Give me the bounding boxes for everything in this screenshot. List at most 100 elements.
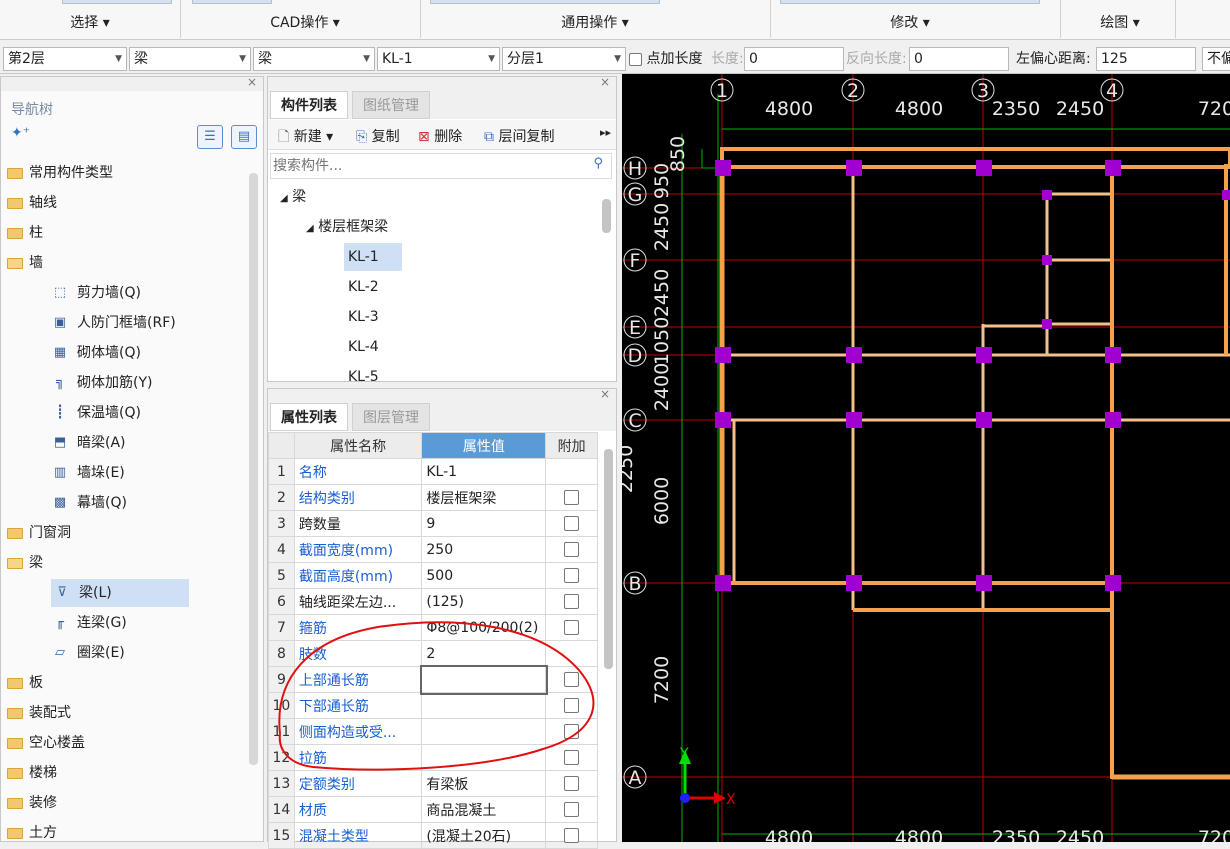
column[interactable] <box>715 575 731 591</box>
component-search-input[interactable] <box>271 154 571 178</box>
left-offset-input[interactable]: 125 <box>1096 47 1196 71</box>
reverse-length-input[interactable]: 0 <box>909 47 1009 71</box>
column[interactable] <box>846 412 862 428</box>
nav-item[interactable]: 梁 <box>7 549 43 577</box>
layer-select[interactable]: 分层1 ▼ <box>502 47 626 71</box>
ribbon-group-select[interactable]: 选择 ▾ <box>60 12 120 38</box>
close-icon[interactable]: × <box>247 75 257 89</box>
ribbon-button-strip[interactable] <box>192 0 272 4</box>
column[interactable] <box>846 160 862 176</box>
ribbon-group-modify[interactable]: 修改 ▾ <box>870 12 950 38</box>
nav-item[interactable]: ╓ 连梁(G) <box>51 609 127 637</box>
nav-item[interactable]: 土方 <box>7 819 57 847</box>
category-select[interactable]: 梁 ▼ <box>129 47 251 71</box>
column[interactable] <box>715 347 731 363</box>
new-button[interactable]: 🗋 新建 ▾ <box>278 126 333 150</box>
component-select[interactable]: KL-1 ▼ <box>377 47 500 71</box>
component-item[interactable]: KL-2 <box>344 273 383 301</box>
nav-item[interactable]: 装修 <box>7 789 57 817</box>
copy-button[interactable]: ⎘ 复制 <box>356 126 400 146</box>
column[interactable] <box>1222 190 1230 200</box>
nav-item[interactable]: ╗ 砌体加筋(Y) <box>51 369 152 397</box>
column[interactable] <box>715 160 731 176</box>
nav-item-label: 常用构件类型 <box>29 165 113 181</box>
component-item[interactable]: KL-4 <box>344 333 383 361</box>
copy-between-floors-button[interactable]: ⧉ 层间复制 <box>484 126 554 146</box>
nav-item[interactable]: 墙 <box>7 249 43 277</box>
column[interactable] <box>1105 412 1121 428</box>
ribbon-group-common[interactable]: 通用操作 ▾ <box>530 12 660 38</box>
collapse-icon[interactable]: ◢ <box>306 223 314 234</box>
ribbon-button-strip[interactable] <box>780 0 1040 4</box>
nav-item[interactable]: ⬒ 暗梁(A) <box>51 429 126 457</box>
component-item[interactable]: KL-3 <box>344 303 383 331</box>
nav-item[interactable]: 装配式 <box>7 699 71 727</box>
nav-item[interactable]: 楼梯 <box>7 759 57 787</box>
type-select[interactable]: 梁 ▼ <box>253 47 375 71</box>
nav-item[interactable]: 板 <box>7 669 43 697</box>
component-item[interactable]: KL-5 <box>344 363 383 391</box>
column[interactable] <box>976 412 992 428</box>
column[interactable] <box>846 575 862 591</box>
length-label: 长度: <box>711 51 744 67</box>
component-item[interactable]: KL-1 <box>344 243 402 271</box>
nav-item[interactable]: ⊽ 梁(L) <box>51 579 189 607</box>
columns[interactable] <box>715 160 1230 591</box>
ribbon-group-cad[interactable]: CAD操作 ▾ <box>240 12 370 38</box>
column[interactable] <box>976 575 992 591</box>
search-icon[interactable]: ⚲ <box>593 156 603 171</box>
column[interactable] <box>846 347 862 363</box>
nav-item[interactable]: 柱 <box>7 219 43 247</box>
ribbon-button-strip[interactable] <box>62 0 172 4</box>
tab-drawing-management[interactable]: 图纸管理 <box>352 91 430 119</box>
ribbon-divider <box>420 0 421 38</box>
pin-icon[interactable]: ✦⁺ <box>11 125 30 141</box>
point-length-option[interactable]: 点加长度 <box>629 47 702 71</box>
column[interactable] <box>976 160 992 176</box>
column[interactable] <box>1042 255 1052 265</box>
nav-item[interactable]: ▱ 圈梁(E) <box>51 639 125 667</box>
component-scrollbar[interactable] <box>602 199 611 233</box>
tree-node-floor-frame-beam[interactable]: ◢ 楼层框架梁 <box>306 213 388 241</box>
ribbon-button-strip[interactable] <box>430 0 660 4</box>
length-input[interactable]: 0 <box>744 47 844 71</box>
axis-letter: C <box>628 410 641 432</box>
column[interactable] <box>1105 347 1121 363</box>
nav-item[interactable]: 空心楼盖 <box>7 729 85 757</box>
nav-scrollbar[interactable] <box>249 173 258 765</box>
nav-item[interactable]: ┋ 保温墙(Q) <box>51 399 141 427</box>
offset-mode-select[interactable]: 不偏 <box>1202 47 1230 71</box>
nav-item[interactable]: ⬚ 剪力墙(Q) <box>51 279 141 307</box>
nav-item[interactable]: ▥ 墙垛(E) <box>51 459 125 487</box>
nav-item[interactable]: 轴线 <box>7 189 57 217</box>
delete-button[interactable]: ⊠ 删除 <box>418 126 462 146</box>
collapse-icon[interactable]: ◢ <box>280 193 288 204</box>
cad-drawing-canvas[interactable]: 1 2 3 4 H G F E D C B A 4800 4800 2350 2… <box>622 74 1230 842</box>
column[interactable] <box>976 347 992 363</box>
nav-item[interactable]: 门窗洞 <box>7 519 71 547</box>
column[interactable] <box>1042 319 1052 329</box>
ribbon: 选择 ▾ CAD操作 ▾ 通用操作 ▾ 修改 ▾ 绘图 ▾ <box>0 0 1230 40</box>
ribbon-group-draw[interactable]: 绘图 ▾ <box>1085 12 1155 38</box>
nav-item[interactable]: 常用构件类型 <box>7 159 113 187</box>
cad-svg[interactable]: 1 2 3 4 H G F E D C B A 4800 4800 2350 2… <box>622 74 1230 842</box>
column[interactable] <box>1105 575 1121 591</box>
floor-select[interactable]: 第2层 ▼ <box>3 47 127 71</box>
component-search-box[interactable]: ⚲ <box>270 153 612 179</box>
dimension-text: 2350 <box>992 827 1040 842</box>
column[interactable] <box>715 412 731 428</box>
close-icon[interactable]: × <box>600 75 610 89</box>
list-view-icon[interactable]: ☰ <box>197 125 223 149</box>
point-length-checkbox[interactable] <box>629 52 642 66</box>
beams[interactable] <box>719 147 1230 780</box>
tab-component-list[interactable]: 构件列表 <box>270 91 348 119</box>
axis-letter: B <box>628 573 641 595</box>
nav-item[interactable]: ▣ 人防门框墙(RF) <box>51 309 176 337</box>
column[interactable] <box>1105 160 1121 176</box>
nav-item[interactable]: ▦ 砌体墙(Q) <box>51 339 141 367</box>
nav-item[interactable]: ▩ 幕墙(Q) <box>51 489 127 517</box>
more-icon[interactable]: ▸▸ <box>600 126 611 139</box>
column[interactable] <box>1042 190 1052 200</box>
tree-node-beam[interactable]: ◢ 梁 <box>280 183 306 211</box>
card-view-icon[interactable]: ▤ <box>231 125 257 149</box>
